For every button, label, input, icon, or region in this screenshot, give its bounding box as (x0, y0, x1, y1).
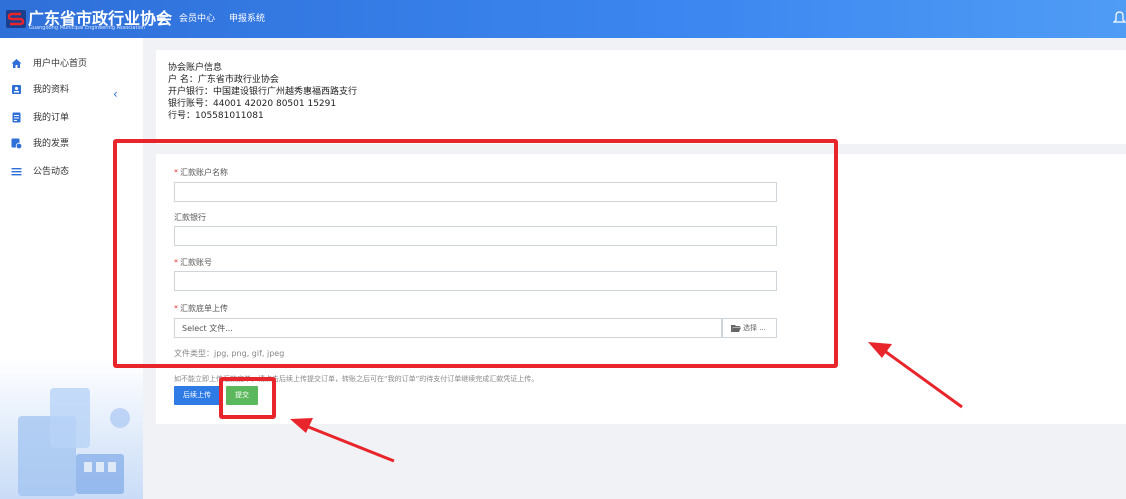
annotation-highlight-submit (219, 377, 276, 419)
order-icon (12, 112, 21, 123)
sidebar-item-orders[interactable]: 我的订单 (0, 106, 143, 132)
upload-later-button[interactable]: 后续上传 (174, 386, 220, 405)
account-number-line: 银行账号：44001 42020 80501 15291 (168, 99, 337, 109)
nav-declaration-system[interactable]: 申报系统 (229, 13, 265, 25)
bank-name-line: 开户银行：中国建设银行广州越秀惠福西路支行 (168, 87, 358, 97)
sidebar-illustration (0, 358, 143, 499)
list-icon (11, 168, 22, 176)
sidebar-item-label: 我的资料 (33, 85, 70, 95)
nav-member-center[interactable]: 会员中心 (179, 13, 215, 25)
account-name-line: 户 名：广东省市政行业协会 (168, 75, 279, 85)
profile-icon (12, 85, 21, 94)
sidebar-item-label: 公告动态 (33, 167, 70, 177)
sidebar-item-label: 用户中心首页 (33, 59, 88, 69)
menu-toggle-icon[interactable]: ≡ (156, 11, 167, 27)
sidebar-item-label: 我的订单 (33, 113, 70, 123)
association-account-info: 协会账户信息 户 名：广东省市政行业协会 开户银行：中国建设银行广州越秀惠福西路… (156, 50, 1126, 144)
collapse-sidebar-icon[interactable]: ‹ (113, 88, 118, 100)
logo-subtitle: Guangdong Municipal Engineering Associat… (29, 25, 146, 31)
home-icon (11, 59, 22, 68)
bell-icon[interactable] (1113, 11, 1126, 25)
sidebar-item-home[interactable]: 用户中心首页 (0, 52, 143, 78)
annotation-arrow-submit (290, 418, 395, 463)
sidebar-item-profile[interactable]: 我的资料 (0, 78, 143, 104)
account-info-title: 协会账户信息 (168, 63, 223, 73)
top-bar: 广东省市政行业协会 Guangdong Municipal Engineerin… (0, 0, 1126, 38)
sidebar-item-label: 我的发票 (33, 139, 70, 149)
bank-code-line: 行号：105581011081 (168, 111, 264, 121)
invoice-icon (11, 138, 22, 149)
logo-mark-icon (6, 10, 26, 28)
association-logo[interactable]: 广东省市政行业协会 Guangdong Municipal Engineerin… (4, 4, 172, 34)
annotation-highlight-form (113, 139, 838, 368)
